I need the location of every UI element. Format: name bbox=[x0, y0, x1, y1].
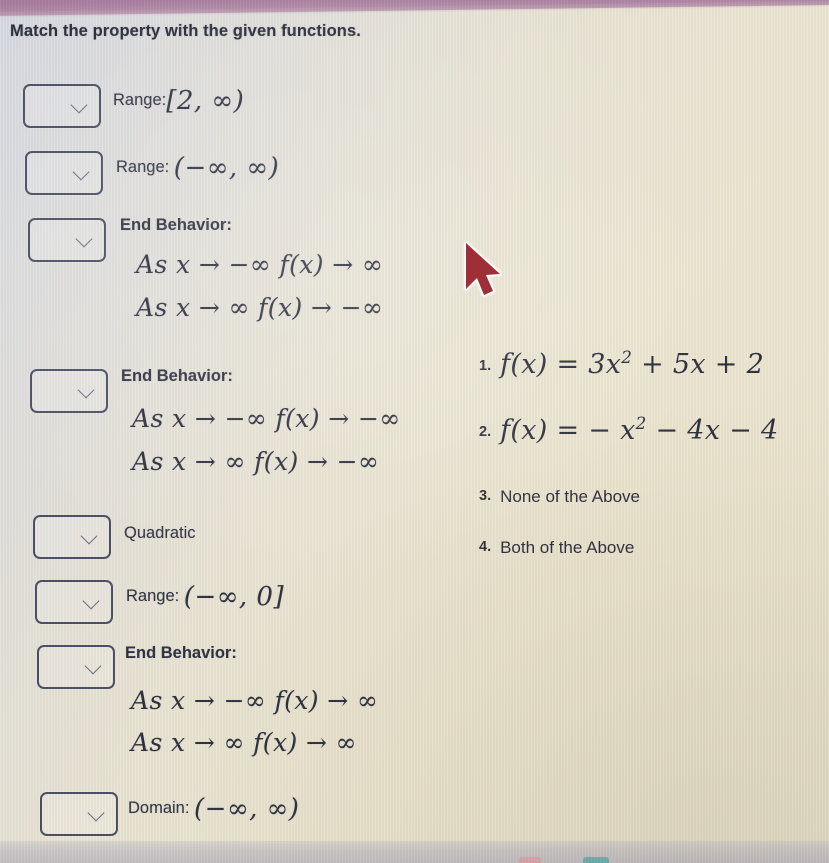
chevron-down-icon bbox=[72, 163, 90, 181]
end-behavior-4-line-1: As x → −∞ f(x) → −∞ bbox=[132, 404, 401, 433]
dropdown-select-7[interactable] bbox=[37, 645, 115, 689]
item-label-5: Quadratic bbox=[124, 524, 196, 542]
question-content: Match the property with the given functi… bbox=[0, 0, 829, 863]
dropdown-select-2[interactable] bbox=[25, 151, 103, 195]
answer-option-1-math: f(x) = 3x2 + 5x + 2 bbox=[500, 347, 765, 380]
end-behavior-3-line-1: As x → −∞ f(x) → ∞ bbox=[136, 250, 384, 279]
answer-option-3-number: 3. bbox=[479, 488, 492, 504]
dropdown-select-5[interactable] bbox=[33, 515, 111, 559]
item-label-6: Range: (−∞, 0] bbox=[126, 582, 284, 612]
chevron-down-icon bbox=[80, 527, 98, 545]
end-behavior-3-line-2: As x → ∞ f(x) → −∞ bbox=[136, 293, 384, 322]
item-label-3: End Behavior: bbox=[120, 216, 232, 234]
answer-option-4-label: Both of the Above bbox=[500, 538, 635, 557]
photographed-screen: Match the property with the given functi… bbox=[0, 0, 829, 863]
item-label-6-text: Range: bbox=[126, 587, 184, 605]
cutoff-element-pink bbox=[519, 857, 541, 863]
answer-option-3-label: None of the Above bbox=[500, 487, 640, 506]
answer-option-2[interactable]: 2. f(x) = − x2 − 4x − 4 bbox=[479, 413, 778, 446]
dropdown-select-1[interactable] bbox=[23, 84, 101, 128]
item-label-2-text: Range: bbox=[116, 158, 174, 176]
answer-option-3[interactable]: 3. None of the Above bbox=[479, 487, 640, 508]
answer-option-4-number: 4. bbox=[479, 539, 492, 555]
item-label-4: End Behavior: bbox=[121, 367, 233, 385]
dropdown-select-8[interactable] bbox=[40, 792, 118, 836]
item-label-7: End Behavior: bbox=[125, 644, 237, 662]
item-label-1-math: [2, ∞) bbox=[166, 86, 245, 116]
chevron-down-icon bbox=[77, 381, 95, 399]
end-behavior-7-line-1: As x → −∞ f(x) → ∞ bbox=[131, 686, 379, 715]
end-behavior-7-line-2: As x → ∞ f(x) → ∞ bbox=[131, 728, 357, 757]
chevron-down-icon bbox=[87, 804, 105, 822]
item-label-6-math: (−∞, 0] bbox=[183, 582, 285, 612]
answer-option-1[interactable]: 1. f(x) = 3x2 + 5x + 2 bbox=[479, 347, 764, 380]
item-label-8-text: Domain: bbox=[128, 799, 195, 817]
chevron-down-icon bbox=[84, 657, 102, 675]
dropdown-select-6[interactable] bbox=[35, 580, 113, 624]
dropdown-select-3[interactable] bbox=[28, 218, 106, 262]
chevron-down-icon bbox=[75, 230, 93, 248]
item-label-1-text: Range: bbox=[113, 91, 167, 109]
page-title: Match the property with the given functi… bbox=[10, 22, 361, 40]
item-label-8: Domain: (−∞, ∞) bbox=[128, 794, 299, 824]
answer-option-2-number: 2. bbox=[479, 424, 492, 440]
item-label-8-math: (−∞, ∞) bbox=[194, 794, 300, 824]
end-behavior-4-line-2: As x → ∞ f(x) → −∞ bbox=[132, 447, 380, 476]
answer-option-4[interactable]: 4. Both of the Above bbox=[479, 538, 634, 559]
chevron-down-icon bbox=[82, 592, 100, 610]
chevron-down-icon bbox=[70, 96, 88, 114]
dropdown-select-4[interactable] bbox=[30, 369, 108, 413]
item-label-2-math: (−∞, ∞) bbox=[173, 153, 280, 183]
mouse-pointer-icon bbox=[464, 241, 502, 297]
answer-option-1-number: 1. bbox=[479, 358, 492, 374]
item-label-1: Range:[2, ∞) bbox=[113, 86, 244, 116]
item-label-2: Range: (−∞, ∞) bbox=[116, 153, 279, 183]
answer-option-2-math: f(x) = − x2 − 4x − 4 bbox=[500, 413, 779, 446]
cutoff-element-teal bbox=[583, 857, 609, 863]
